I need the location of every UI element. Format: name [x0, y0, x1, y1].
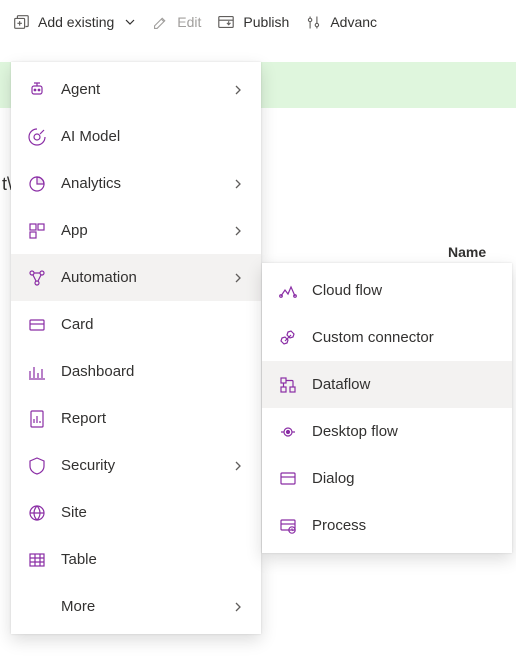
menu-item-label: Card: [61, 316, 247, 333]
pencil-icon: [152, 14, 169, 31]
menu-item-app[interactable]: App: [11, 207, 261, 254]
menu-item-label: Report: [61, 410, 247, 427]
chevron-right-icon: [233, 179, 247, 189]
add-existing-icon: [12, 13, 30, 31]
menu-item-card[interactable]: Card: [11, 301, 261, 348]
desktop-flow-icon: [278, 422, 298, 442]
process-icon: [278, 516, 298, 536]
submenu-item-label: Process: [312, 517, 498, 534]
submenu-item-label: Dataflow: [312, 376, 498, 393]
menu-item-label: Dashboard: [61, 363, 247, 380]
menu-item-security[interactable]: Security: [11, 442, 261, 489]
add-existing-button[interactable]: Add existing: [12, 0, 136, 44]
cloud-flow-icon: [278, 281, 298, 301]
menu-item-report[interactable]: Report: [11, 395, 261, 442]
publish-icon: [217, 13, 235, 31]
submenu-item-process[interactable]: Process: [262, 502, 512, 549]
submenu-item-label: Desktop flow: [312, 423, 498, 440]
shield-icon: [27, 456, 47, 476]
chevron-right-icon: [233, 461, 247, 471]
chevron-down-icon: [124, 16, 136, 28]
dataflow-icon: [278, 375, 298, 395]
submenu-item-dialog[interactable]: Dialog: [262, 455, 512, 502]
ai-model-icon: [27, 127, 47, 147]
dialog-icon: [278, 469, 298, 489]
publish-label: Publish: [243, 14, 289, 30]
menu-item-analytics[interactable]: Analytics: [11, 160, 261, 207]
submenu-item-custom-connector[interactable]: Custom connector: [262, 314, 512, 361]
add-existing-menu: Agent AI Model Analytics App: [11, 62, 261, 634]
menu-item-label: App: [61, 222, 219, 239]
menu-item-more[interactable]: More: [11, 583, 261, 630]
chevron-right-icon: [233, 602, 247, 612]
agent-icon: [27, 80, 47, 100]
submenu-item-label: Dialog: [312, 470, 498, 487]
advanced-button[interactable]: Advanc: [305, 0, 377, 44]
chevron-right-icon: [233, 273, 247, 283]
menu-item-label: Table: [61, 551, 247, 568]
menu-item-ai-model[interactable]: AI Model: [11, 113, 261, 160]
connector-icon: [278, 328, 298, 348]
menu-item-label: Security: [61, 457, 219, 474]
submenu-item-cloud-flow[interactable]: Cloud flow: [262, 267, 512, 314]
publish-button[interactable]: Publish: [217, 0, 289, 44]
menu-item-label: More: [61, 598, 219, 615]
menu-item-label: Analytics: [61, 175, 219, 192]
menu-item-dashboard[interactable]: Dashboard: [11, 348, 261, 395]
analytics-icon: [27, 174, 47, 194]
submenu-item-desktop-flow[interactable]: Desktop flow: [262, 408, 512, 455]
report-icon: [27, 409, 47, 429]
menu-item-label: Site: [61, 504, 247, 521]
table-icon: [27, 550, 47, 570]
menu-item-agent[interactable]: Agent: [11, 66, 261, 113]
menu-item-label: AI Model: [61, 128, 247, 145]
app-icon: [27, 221, 47, 241]
submenu-item-dataflow[interactable]: Dataflow: [262, 361, 512, 408]
site-icon: [27, 503, 47, 523]
chevron-right-icon: [233, 226, 247, 236]
advanced-label: Advanc: [330, 14, 377, 30]
edit-label: Edit: [177, 14, 201, 30]
menu-item-site[interactable]: Site: [11, 489, 261, 536]
menu-item-table[interactable]: Table: [11, 536, 261, 583]
submenu-item-label: Cloud flow: [312, 282, 498, 299]
dashboard-icon: [27, 362, 47, 382]
chevron-right-icon: [233, 85, 247, 95]
automation-icon: [27, 268, 47, 288]
menu-item-label: Agent: [61, 81, 219, 98]
command-bar: Add existing Edit Publish Advanc: [0, 0, 516, 44]
menu-item-label: Automation: [61, 269, 219, 286]
sliders-icon: [305, 14, 322, 31]
column-header-name[interactable]: Name: [448, 244, 486, 260]
automation-submenu: Cloud flow Custom connector Dataflow Des…: [262, 263, 512, 553]
card-icon: [27, 315, 47, 335]
add-existing-label: Add existing: [38, 14, 114, 30]
submenu-item-label: Custom connector: [312, 329, 498, 346]
edit-button[interactable]: Edit: [152, 0, 201, 44]
menu-item-automation[interactable]: Automation: [11, 254, 261, 301]
